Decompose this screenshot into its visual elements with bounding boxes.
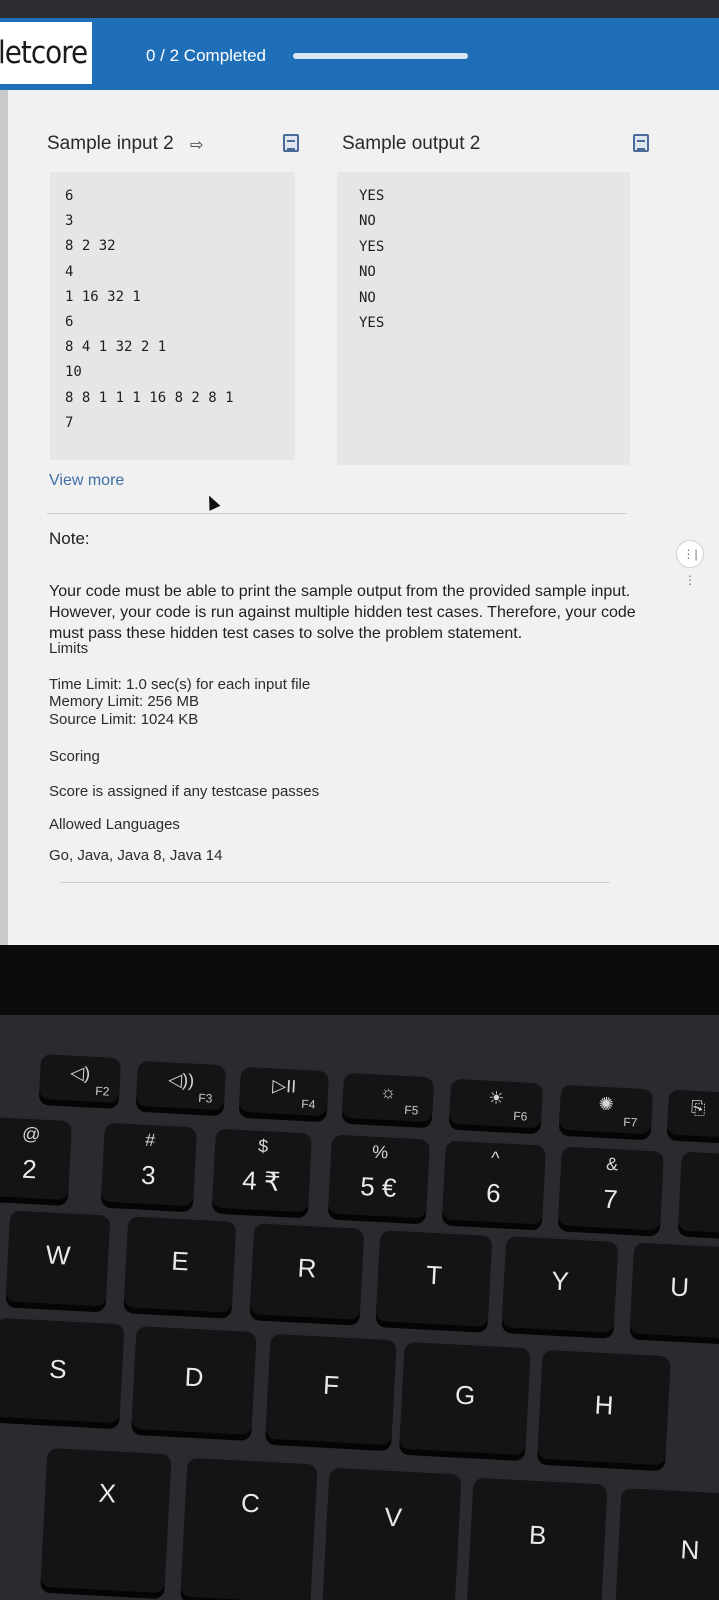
sample-input-line: 4 [65, 263, 74, 280]
key-f3[interactable]: ◁)) F3 [135, 1059, 227, 1111]
sample-input-line: 10 [65, 364, 82, 381]
key-y[interactable]: Y [501, 1235, 619, 1333]
key-7[interactable]: & 7 [557, 1145, 665, 1231]
key-8-partial[interactable] [677, 1150, 719, 1234]
resize-handle-icon[interactable]: ⋮|⋮ [676, 540, 704, 587]
time-limit: Time Limit: 1.0 sec(s) for each input fi… [49, 676, 311, 693]
key-f6[interactable]: ☀ F6 [448, 1077, 544, 1129]
sample-output-line: YES [359, 238, 385, 255]
sample-input-line: 7 [65, 414, 74, 431]
sample-input-line: 8 2 32 [65, 238, 116, 255]
sample-output-title: Sample output 2 [342, 133, 481, 154]
note-text: Your code must be able to print the samp… [49, 583, 636, 642]
key-f5[interactable]: ☼ F5 [341, 1071, 435, 1123]
site-logo[interactable]: letcore [0, 22, 92, 84]
key-5[interactable]: % 5 € [327, 1133, 431, 1219]
play-pause-icon: ▷II [271, 1075, 297, 1097]
key-h[interactable]: H [537, 1348, 671, 1466]
sun-icon: ✺ [598, 1093, 615, 1115]
section-divider [47, 513, 627, 514]
key-v[interactable]: V [322, 1466, 462, 1600]
sample-output-line: NO [359, 289, 376, 306]
sample-input-line: 3 [65, 213, 74, 230]
browser-top-strip [0, 0, 719, 18]
limits-title: Limits [49, 640, 89, 657]
sample-input-line: 6 [65, 314, 74, 330]
view-more-link[interactable]: View more [49, 472, 124, 490]
key-g[interactable]: G [399, 1340, 531, 1456]
scoring-text: Score is assigned if any testcase passes [49, 783, 320, 800]
brightness-down-icon: ☼ [379, 1081, 398, 1103]
sample-output-line: YES [359, 188, 385, 204]
progress-bar [293, 53, 468, 59]
key-f4[interactable]: ▷II F4 [238, 1065, 330, 1117]
key-u[interactable]: U [629, 1241, 719, 1339]
key-3[interactable]: # 3 [100, 1121, 198, 1207]
page-left-edge [0, 90, 8, 960]
key-r[interactable]: R [249, 1222, 365, 1320]
sample-input-line: 8 4 1 32 2 1 [65, 339, 167, 356]
key-f[interactable]: F [265, 1332, 397, 1446]
key-f7[interactable]: ✺ F7 [558, 1083, 654, 1135]
progress-label: 0 / 2 Completed [146, 46, 267, 65]
key-6[interactable]: ^ 6 [441, 1139, 547, 1225]
languages-title: Allowed Languages [49, 816, 180, 833]
key-t[interactable]: T [375, 1229, 493, 1327]
brightness-up-icon: ☀ [487, 1087, 505, 1109]
key-b[interactable]: B [466, 1476, 608, 1600]
sample-input-title: Sample input 2 [47, 133, 174, 154]
key-w[interactable]: W [5, 1209, 111, 1307]
copy-output-icon[interactable] [633, 134, 649, 152]
sample-output-line: NO [359, 264, 376, 281]
open-external-icon[interactable]: ⇨ [190, 135, 203, 155]
sample-input-box [50, 172, 295, 460]
volume-down-icon: ◁) [69, 1062, 91, 1084]
copy-input-icon[interactable] [283, 134, 299, 152]
key-4[interactable]: $ 4 ₹ [211, 1127, 313, 1213]
key-f8[interactable]: ⎘ [666, 1088, 719, 1138]
section-divider-bottom [60, 882, 610, 883]
sample-input-line: 6 [65, 188, 74, 204]
sample-input-line: 1 16 32 1 [65, 288, 141, 305]
key-n[interactable]: N [614, 1486, 719, 1600]
laptop-bezel [0, 945, 719, 1015]
sample-input-line: 8 8 1 1 1 16 8 2 8 1 [65, 389, 234, 406]
note-title: Note: [49, 529, 90, 548]
key-f2[interactable]: ◁) F2 [38, 1052, 122, 1104]
key-e[interactable]: E [123, 1215, 237, 1313]
key-s[interactable]: S [0, 1316, 125, 1424]
scoring-title: Scoring [49, 748, 100, 765]
key-d[interactable]: D [131, 1324, 257, 1436]
sample-output-line: NO [359, 213, 376, 230]
volume-up-icon: ◁)) [167, 1069, 195, 1091]
display-icon: ⎘ [690, 1097, 706, 1119]
key-c[interactable]: C [180, 1456, 318, 1600]
languages-text: Go, Java, Java 8, Java 14 [49, 847, 223, 864]
key-x[interactable]: X [40, 1446, 172, 1594]
memory-limit: Memory Limit: 256 MB [49, 693, 200, 710]
key-2[interactable]: @ 2 [0, 1115, 73, 1201]
sample-output-line: YES [359, 315, 385, 331]
source-limit: Source Limit: 1024 KB [49, 711, 199, 728]
